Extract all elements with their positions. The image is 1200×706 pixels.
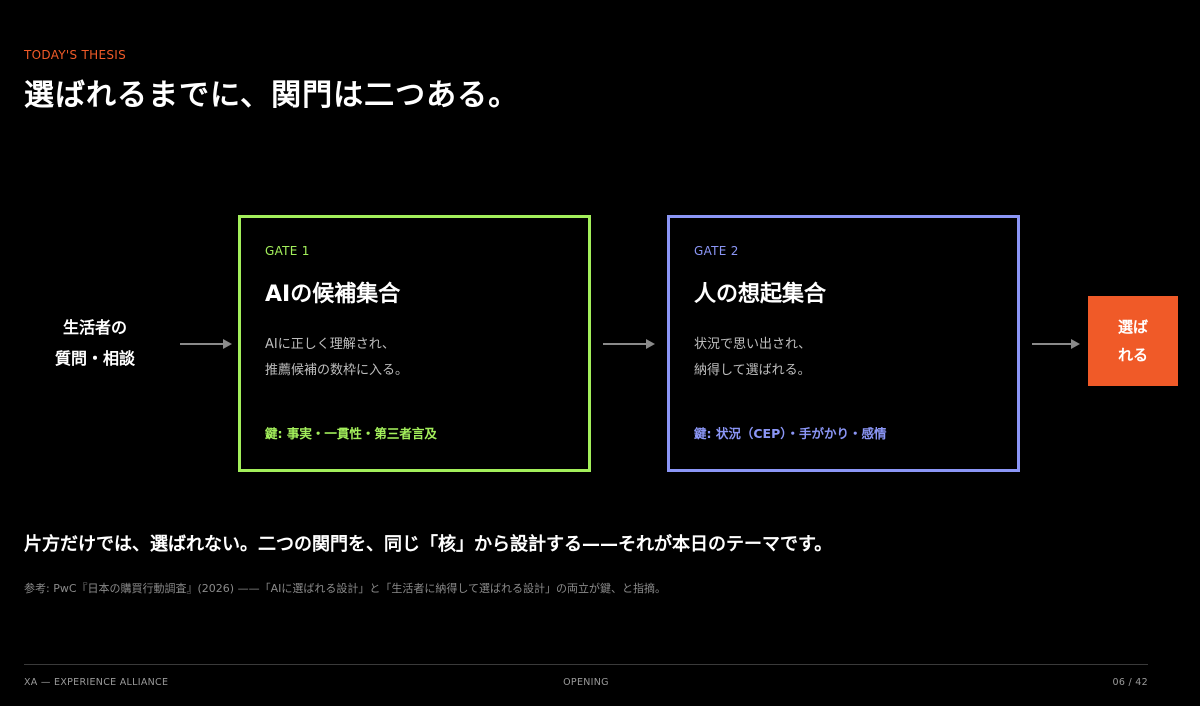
page-counter: 06 / 42 <box>1112 677 1148 688</box>
slide-title: 選ばれるまでに、関門は二つある。 <box>24 78 520 113</box>
arrow-right-icon <box>180 339 232 349</box>
source-line-1: 生活者の <box>62 318 127 337</box>
reference-note: 参考: PwC『日本の購買行動調査』(2026) ——「AIに選ばれる設計」と「… <box>24 582 667 595</box>
gate-2-description: 状況で思い出され、 納得して選ばれる。 <box>694 332 811 384</box>
gate-2-key: 鍵: 状況（CEP）・手がかり・感情 <box>694 426 887 441</box>
gate-2-desc-line-1: 状況で思い出され、 <box>694 337 812 352</box>
gate-1-card: GATE 1 AIの候補集合 AIに正しく理解され、 推薦候補の数枠に入る。 鍵… <box>238 215 591 472</box>
gate-2-tag: GATE 2 <box>694 244 739 258</box>
arrow-right-icon <box>1032 339 1080 349</box>
gate-1-desc-line-1: AIに正しく理解され、 <box>265 337 395 352</box>
gate-1-description: AIに正しく理解され、 推薦候補の数枠に入る。 <box>265 332 408 384</box>
gate-1-title: AIの候補集合 <box>265 282 401 307</box>
gate-1-key: 鍵: 事実・一貫性・第三者言及 <box>265 426 437 441</box>
gate-1-desc-line-2: 推薦候補の数枠に入る。 <box>265 363 409 378</box>
chosen-line-1: 選ば <box>1117 318 1148 336</box>
chosen-badge: 選ば れる <box>1088 296 1178 386</box>
gate-1-tag: GATE 1 <box>265 244 310 258</box>
source-line-2: 質問・相談 <box>54 349 135 368</box>
thesis-statement: 片方だけでは、選ばれない。二つの関門を、同じ「核」から設計する——それが本日のテ… <box>24 534 833 555</box>
footer-divider <box>24 664 1148 665</box>
gate-2-title: 人の想起集合 <box>694 282 827 307</box>
arrow-right-icon <box>603 339 655 349</box>
gate-2-card: GATE 2 人の想起集合 状況で思い出され、 納得して選ばれる。 鍵: 状況（… <box>667 215 1020 472</box>
chosen-line-2: れる <box>1117 346 1148 364</box>
source-label: 生活者の 質問・相談 <box>30 312 160 374</box>
eyebrow-label: TODAY'S THESIS <box>24 48 127 62</box>
footer-section: OPENING <box>563 677 609 688</box>
gate-2-desc-line-2: 納得して選ばれる。 <box>694 363 811 378</box>
